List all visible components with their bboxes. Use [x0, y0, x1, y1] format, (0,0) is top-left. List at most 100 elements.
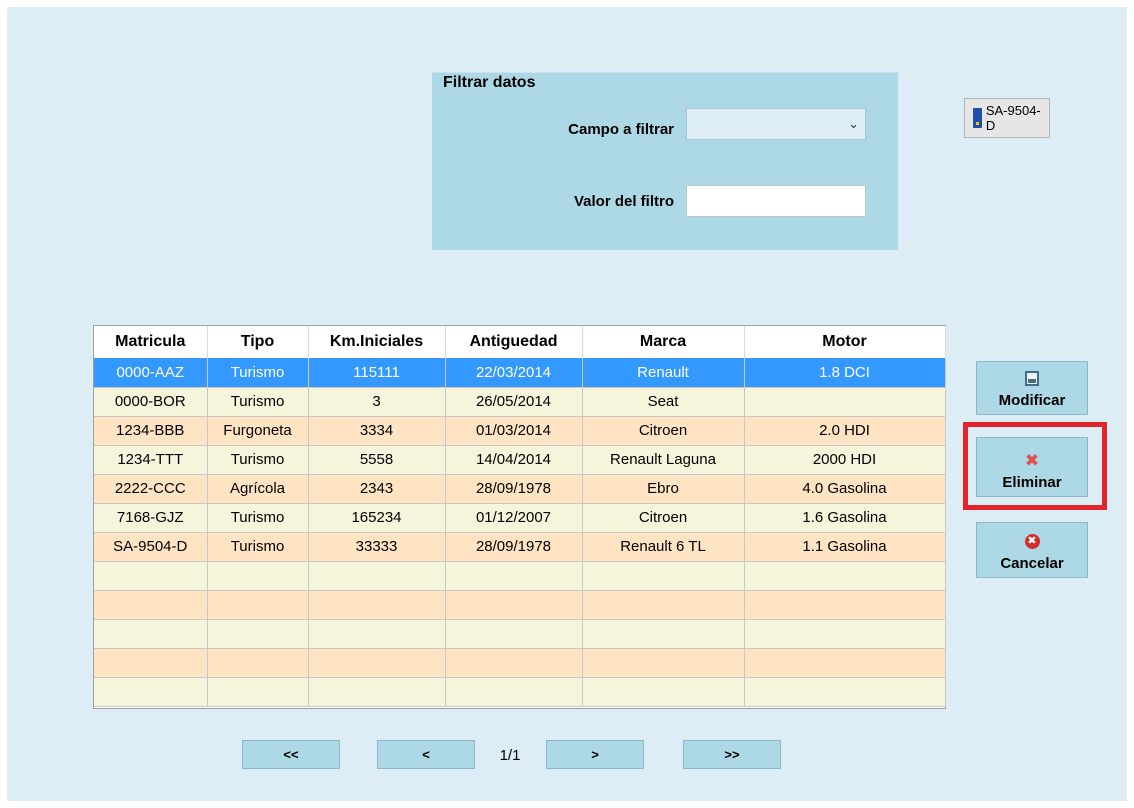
table-cell[interactable]: [582, 648, 745, 678]
table-cell[interactable]: Furgoneta: [207, 416, 309, 446]
table-cell[interactable]: [744, 619, 946, 649]
table-cell[interactable]: [445, 561, 583, 591]
table-cell[interactable]: 2.0 HDI: [744, 416, 946, 446]
table-cell[interactable]: [207, 648, 309, 678]
previous-page-button[interactable]: <: [377, 740, 475, 769]
table-row[interactable]: [94, 648, 946, 678]
table-row[interactable]: 0000-AAZ Turismo 115111 22/03/2014 Renault 1.…: [94, 358, 946, 388]
table-cell[interactable]: [582, 677, 745, 707]
grid-column-header[interactable]: Antiguedad: [445, 326, 583, 358]
table-cell[interactable]: Renault Laguna: [582, 445, 745, 475]
table-cell[interactable]: [445, 619, 583, 649]
table-cell[interactable]: 165234: [308, 503, 446, 533]
last-page-button[interactable]: >>: [683, 740, 781, 769]
table-cell[interactable]: Citroen: [582, 503, 745, 533]
table-cell[interactable]: 1.1 Gasolina: [744, 532, 946, 562]
table-cell[interactable]: Renault 6 TL: [582, 532, 745, 562]
table-cell[interactable]: [94, 619, 208, 649]
table-cell[interactable]: [308, 648, 446, 678]
table-cell[interactable]: 22/03/2014: [445, 358, 583, 388]
table-cell[interactable]: Turismo: [207, 503, 309, 533]
table-row[interactable]: 0000-BOR Turismo 3 26/05/2014 Seat: [94, 387, 946, 417]
table-cell[interactable]: 3: [308, 387, 446, 417]
table-cell[interactable]: [308, 590, 446, 620]
grid-column-header[interactable]: Km.Iniciales: [308, 326, 446, 358]
table-cell[interactable]: [94, 677, 208, 707]
table-cell[interactable]: [207, 619, 309, 649]
valor-filter-input[interactable]: [686, 185, 866, 217]
table-cell[interactable]: 5558: [308, 445, 446, 475]
table-row[interactable]: 2222-CCC Agrícola 2343 28/09/1978 Ebro 4.0 Ga…: [94, 474, 946, 504]
table-cell[interactable]: Turismo: [207, 358, 309, 388]
table-cell[interactable]: 7168-GJZ: [94, 503, 208, 533]
table-cell[interactable]: 01/12/2007: [445, 503, 583, 533]
table-cell[interactable]: 3334: [308, 416, 446, 446]
table-cell[interactable]: Renault: [582, 358, 745, 388]
cancelar-button[interactable]: ✖ Cancelar: [976, 522, 1088, 578]
table-cell[interactable]: 4.0 Gasolina: [744, 474, 946, 504]
table-cell[interactable]: [744, 387, 946, 417]
table-cell[interactable]: [744, 561, 946, 591]
table-cell[interactable]: 01/03/2014: [445, 416, 583, 446]
table-cell[interactable]: 1.8 DCI: [744, 358, 946, 388]
table-cell[interactable]: SA-9504-D: [94, 532, 208, 562]
table-cell[interactable]: 28/09/1978: [445, 474, 583, 504]
table-cell[interactable]: 28/09/1978: [445, 532, 583, 562]
table-cell[interactable]: Citroen: [582, 416, 745, 446]
table-cell[interactable]: [94, 648, 208, 678]
table-cell[interactable]: 1234-BBB: [94, 416, 208, 446]
table-cell[interactable]: Ebro: [582, 474, 745, 504]
first-page-button[interactable]: <<: [242, 740, 340, 769]
table-cell[interactable]: [582, 561, 745, 591]
table-cell[interactable]: [94, 590, 208, 620]
table-cell[interactable]: 1234-TTT: [94, 445, 208, 475]
table-row[interactable]: [94, 561, 946, 591]
table-cell[interactable]: [445, 677, 583, 707]
table-cell[interactable]: Agrícola: [207, 474, 309, 504]
table-cell[interactable]: 115111: [308, 358, 446, 388]
table-cell[interactable]: Turismo: [207, 387, 309, 417]
table-cell[interactable]: [445, 648, 583, 678]
table-cell[interactable]: Turismo: [207, 532, 309, 562]
table-cell[interactable]: 0000-AAZ: [94, 358, 208, 388]
vehicles-grid[interactable]: Matricula Tipo Km.Iniciales Antiguedad Marca…: [93, 325, 946, 709]
table-cell[interactable]: 0000-BOR: [94, 387, 208, 417]
plate-button[interactable]: SA-9504-D: [964, 98, 1050, 138]
table-cell[interactable]: Turismo: [207, 445, 309, 475]
table-cell[interactable]: [744, 677, 946, 707]
table-cell[interactable]: [207, 677, 309, 707]
table-cell[interactable]: [744, 648, 946, 678]
table-row[interactable]: [94, 619, 946, 649]
table-row[interactable]: [94, 590, 946, 620]
table-cell[interactable]: [445, 590, 583, 620]
eliminar-button[interactable]: ✖ Eliminar: [976, 437, 1088, 497]
grid-column-header[interactable]: Motor: [744, 326, 946, 358]
table-cell[interactable]: [308, 619, 446, 649]
table-row[interactable]: 1234-TTT Turismo 5558 14/04/2014 Renault Lag…: [94, 445, 946, 475]
campo-filter-select[interactable]: ⌄: [686, 108, 866, 140]
table-cell[interactable]: 14/04/2014: [445, 445, 583, 475]
table-cell[interactable]: 2222-CCC: [94, 474, 208, 504]
table-cell[interactable]: [582, 619, 745, 649]
table-cell[interactable]: 33333: [308, 532, 446, 562]
table-cell[interactable]: [744, 590, 946, 620]
table-cell[interactable]: Seat: [582, 387, 745, 417]
table-cell[interactable]: 2000 HDI: [744, 445, 946, 475]
table-cell[interactable]: [94, 561, 208, 591]
table-cell[interactable]: [308, 677, 446, 707]
table-row[interactable]: SA-9504-D Turismo 33333 28/09/1978 Renault 6…: [94, 532, 946, 562]
modificar-button[interactable]: Modificar: [976, 361, 1088, 415]
table-row[interactable]: [94, 677, 946, 707]
grid-column-header[interactable]: Marca: [582, 326, 745, 358]
table-cell[interactable]: [308, 561, 446, 591]
next-page-button[interactable]: >: [546, 740, 644, 769]
table-cell[interactable]: [582, 590, 745, 620]
table-row[interactable]: 7168-GJZ Turismo 165234 01/12/2007 Citroen 1.…: [94, 503, 946, 533]
grid-column-header[interactable]: Tipo: [207, 326, 309, 358]
table-row[interactable]: 1234-BBB Furgoneta 3334 01/03/2014 Citroen 2.…: [94, 416, 946, 446]
table-cell[interactable]: [207, 561, 309, 591]
table-cell[interactable]: [207, 590, 309, 620]
table-cell[interactable]: 1.6 Gasolina: [744, 503, 946, 533]
table-cell[interactable]: 26/05/2014: [445, 387, 583, 417]
grid-column-header[interactable]: Matricula: [94, 326, 208, 358]
